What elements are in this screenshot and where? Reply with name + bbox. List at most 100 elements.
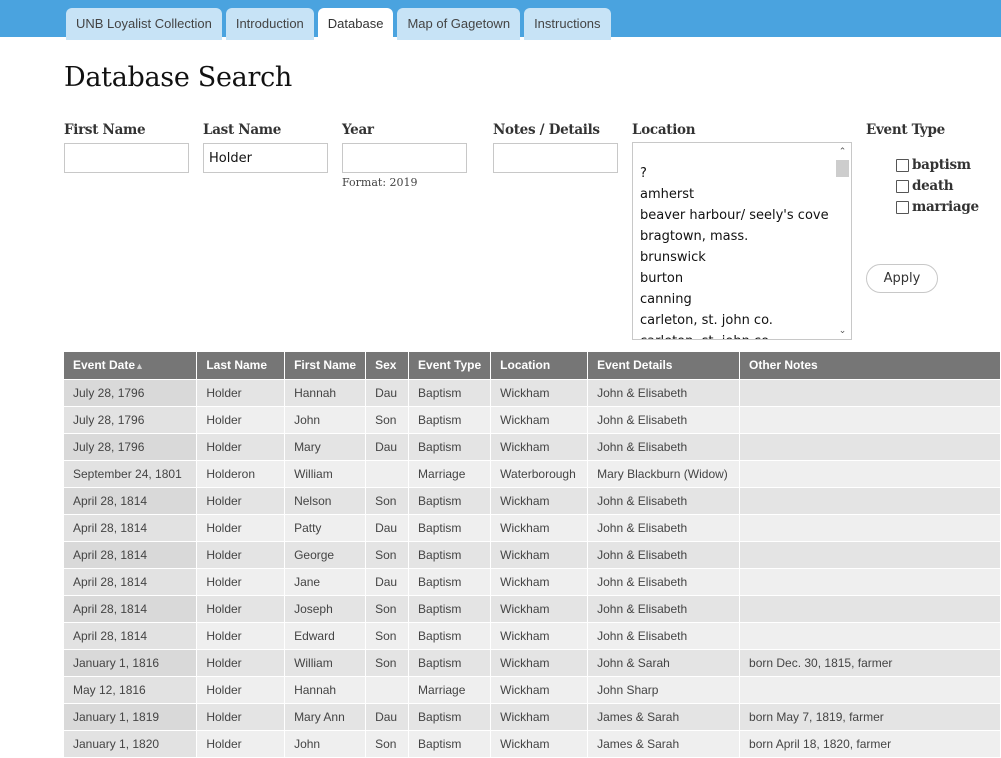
cell-last-name: Holder: [196, 432, 286, 461]
year-format-hint: Format: 2019: [342, 176, 418, 189]
location-option[interactable]: burton: [640, 268, 829, 289]
year-label: Year: [342, 122, 374, 138]
cell-location: Wickham: [490, 486, 589, 515]
location-option[interactable]: carleton, st. john co.: [640, 331, 829, 339]
marriage-checkbox[interactable]: [896, 200, 909, 214]
notes-details-label: Notes / Details: [493, 122, 600, 138]
cell-event-type: Baptism: [408, 378, 492, 407]
cell-last-name: Holder: [196, 729, 286, 758]
column-header-last-name[interactable]: Last Name: [196, 352, 286, 380]
last-name-input[interactable]: [203, 143, 328, 173]
location-option[interactable]: beaver harbour/ seely's cove: [640, 205, 829, 226]
cell-location: Wickham: [490, 675, 589, 704]
cell-event-details: John & Elisabeth: [587, 405, 741, 434]
location-option[interactable]: [640, 143, 829, 163]
column-header-event-date[interactable]: Event Date▲: [64, 352, 198, 380]
location-options: ? amherst beaver harbour/ seely's cove b…: [640, 143, 829, 339]
table-row: April 28, 1814 Holder Joseph Son Baptism Wick…: [64, 594, 1001, 623]
cell-event-type: Baptism: [408, 405, 492, 434]
event-type-option-baptism[interactable]: baptism: [896, 156, 971, 174]
cell-event-details: Mary Blackburn (Widow): [587, 459, 741, 488]
location-option[interactable]: canning: [640, 289, 829, 310]
table-row: July 28, 1796 Holder John Son Baptism Wickham…: [64, 405, 1001, 434]
location-option[interactable]: bragtown, mass.: [640, 226, 829, 247]
cell-location: Wickham: [490, 567, 589, 596]
cell-last-name: Holder: [196, 486, 286, 515]
location-option[interactable]: amherst: [640, 184, 829, 205]
tab-database[interactable]: Database: [317, 8, 394, 40]
baptism-checkbox[interactable]: [896, 158, 909, 172]
location-option[interactable]: carleton, st. john co.: [640, 310, 829, 331]
table-row: April 28, 1814 Holder Nelson Son Baptism Wick…: [64, 486, 1001, 515]
event-type-label: Event Type: [866, 122, 945, 138]
event-type-option-marriage[interactable]: marriage: [896, 198, 979, 216]
cell-event-date: May 12, 1816: [64, 675, 198, 704]
cell-last-name: Holder: [196, 648, 286, 677]
location-scrollbar[interactable]: ⌃ ⌄: [834, 143, 851, 339]
first-name-input[interactable]: [64, 143, 189, 173]
location-option[interactable]: brunswick: [640, 247, 829, 268]
cell-sex: Son: [365, 648, 410, 677]
tab-introduction[interactable]: Introduction: [225, 8, 314, 40]
cell-event-type: Baptism: [408, 729, 492, 758]
cell-event-date: April 28, 1814: [64, 540, 198, 569]
cell-other-notes: born Dec. 30, 1815, farmer: [739, 648, 1001, 677]
tab-instructions[interactable]: Instructions: [524, 8, 611, 40]
cell-event-type: Baptism: [408, 486, 492, 515]
column-header-location[interactable]: Location: [490, 352, 589, 380]
cell-first-name: Nelson: [284, 486, 367, 515]
table-row: April 28, 1814 Holder George Son Baptism Wick…: [64, 540, 1001, 569]
cell-event-type: Baptism: [408, 594, 492, 623]
cell-other-notes: born May 7, 1819, farmer: [739, 702, 1001, 731]
scroll-down-icon[interactable]: ⌄: [834, 323, 851, 337]
column-header-other-notes[interactable]: Other Notes: [739, 352, 1001, 380]
table-header-row: Event Date▲ Last Name First Name Sex Eve…: [64, 352, 1001, 380]
cell-last-name: Holder: [196, 540, 286, 569]
cell-other-notes: [739, 567, 1001, 596]
cell-event-details: John & Elisabeth: [587, 513, 741, 542]
cell-event-date: April 28, 1814: [64, 513, 198, 542]
cell-location: Wickham: [490, 648, 589, 677]
cell-last-name: Holder: [196, 675, 286, 704]
scroll-thumb[interactable]: [836, 160, 849, 177]
cell-event-type: Baptism: [408, 432, 492, 461]
results-body: July 28, 1796 Holder Hannah Dau Baptism Wickh…: [64, 378, 1001, 758]
cell-location: Wickham: [490, 432, 589, 461]
notes-details-input[interactable]: [493, 143, 618, 173]
baptism-label: baptism: [912, 157, 971, 173]
column-header-event-type[interactable]: Event Type: [408, 352, 492, 380]
death-checkbox[interactable]: [896, 179, 909, 193]
column-header-first-name[interactable]: First Name: [284, 352, 367, 380]
cell-sex: Dau: [365, 702, 410, 731]
column-header-sex[interactable]: Sex: [365, 352, 410, 380]
location-option[interactable]: ?: [640, 163, 829, 184]
scroll-up-icon[interactable]: ⌃: [834, 144, 851, 158]
tab-map-of-gagetown[interactable]: Map of Gagetown: [397, 8, 521, 40]
cell-event-details: John & Elisabeth: [587, 432, 741, 461]
tab-unb-loyalist-collection[interactable]: UNB Loyalist Collection: [66, 8, 222, 40]
cell-first-name: Joseph: [284, 594, 367, 623]
cell-event-details: John & Elisabeth: [587, 621, 741, 650]
year-input[interactable]: [342, 143, 467, 173]
cell-last-name: Holder: [196, 405, 286, 434]
cell-event-date: July 28, 1796: [64, 432, 198, 461]
cell-first-name: Edward: [284, 621, 367, 650]
cell-event-date: July 28, 1796: [64, 378, 198, 407]
table-row: May 12, 1816 Holder Hannah Marriage Wickham J…: [64, 675, 1001, 704]
cell-last-name: Holderon: [196, 459, 286, 488]
cell-last-name: Holder: [196, 594, 286, 623]
cell-other-notes: born April 18, 1820, farmer: [739, 729, 1001, 758]
cell-first-name: Patty: [284, 513, 367, 542]
cell-event-type: Marriage: [408, 675, 492, 704]
location-listbox[interactable]: ? amherst beaver harbour/ seely's cove b…: [632, 142, 852, 340]
cell-event-details: John & Elisabeth: [587, 594, 741, 623]
cell-sex: Dau: [365, 432, 410, 461]
apply-button[interactable]: Apply: [866, 264, 938, 293]
table-row: January 1, 1819 Holder Mary Ann Dau Baptism W…: [64, 702, 1001, 731]
column-header-event-details[interactable]: Event Details: [587, 352, 741, 380]
table-row: April 28, 1814 Holder Patty Dau Baptism Wickh…: [64, 513, 1001, 542]
nav-tabs: UNB Loyalist Collection Introduction Dat…: [66, 8, 611, 40]
cell-other-notes: [739, 513, 1001, 542]
event-type-option-death[interactable]: death: [896, 177, 954, 195]
cell-sex: Son: [365, 594, 410, 623]
